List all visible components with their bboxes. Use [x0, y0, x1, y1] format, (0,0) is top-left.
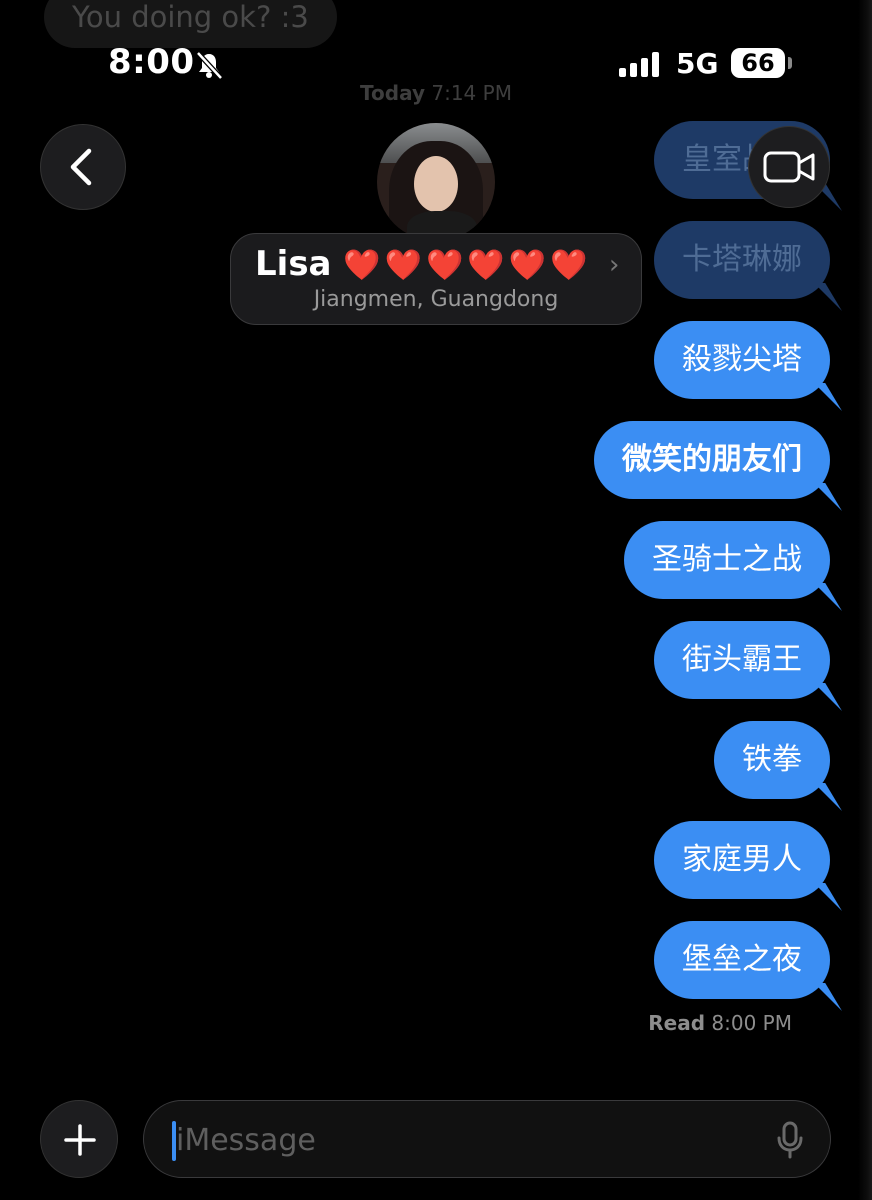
- message-bubble[interactable]: 家庭男人: [654, 821, 830, 899]
- contact-header[interactable]: Lisa ❤️❤️❤️❤️❤️❤️ › Jiangmen, Guangdong: [230, 233, 642, 325]
- conversation-timestamp: Today 7:14 PM: [0, 81, 872, 105]
- chevron-left-icon: [70, 148, 92, 186]
- message-bubble[interactable]: 卡塔琳娜: [654, 221, 830, 299]
- message-bubble[interactable]: 殺戮尖塔: [654, 321, 830, 399]
- status-time: 8:00: [108, 42, 195, 82]
- battery-indicator: 66: [731, 48, 785, 78]
- read-time: 8:00 PM: [711, 1011, 792, 1035]
- screen-edge: [858, 0, 872, 1200]
- read-label: Read: [648, 1011, 706, 1035]
- network-type: 5G: [676, 47, 719, 80]
- cellular-signal-icon: [619, 51, 663, 77]
- message-bubble[interactable]: 微笑的朋友们: [594, 421, 830, 499]
- message-bubble[interactable]: 铁拳: [714, 721, 830, 799]
- message-bubble[interactable]: 街头霸王: [654, 621, 830, 699]
- timestamp-day: Today: [360, 81, 425, 105]
- message-compose-field[interactable]: [143, 1100, 831, 1179]
- apps-plus-button[interactable]: [40, 1100, 118, 1178]
- contact-location: Jiangmen, Guangdong: [313, 287, 559, 312]
- contact-name-text: Lisa: [255, 244, 332, 284]
- heart-emojis: ❤️❤️❤️❤️❤️❤️: [343, 248, 592, 283]
- read-receipt: Read 8:00 PM: [648, 1011, 792, 1035]
- video-camera-icon: [763, 151, 815, 183]
- contact-avatar[interactable]: [377, 123, 495, 241]
- chevron-right-icon: ›: [609, 250, 620, 280]
- facetime-video-button[interactable]: [748, 126, 830, 208]
- microphone-icon[interactable]: [776, 1121, 804, 1159]
- back-button[interactable]: [40, 124, 126, 210]
- message-bubble[interactable]: 堡垒之夜: [654, 921, 830, 999]
- contact-name: Lisa ❤️❤️❤️❤️❤️❤️: [255, 244, 591, 284]
- imessage-input[interactable]: [174, 1101, 758, 1179]
- plus-icon: [64, 1124, 96, 1156]
- silent-bell-icon: [196, 51, 223, 80]
- message-bubble[interactable]: 圣骑士之战: [624, 521, 830, 599]
- previous-message-bubble: You doing ok? :3: [44, 0, 337, 48]
- timestamp-time: 7:14 PM: [431, 81, 512, 105]
- battery-cap: [788, 57, 792, 69]
